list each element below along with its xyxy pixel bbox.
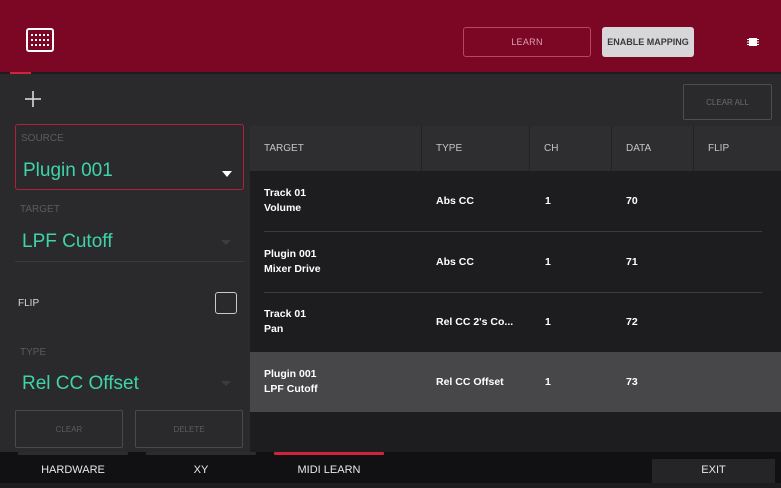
- target-param: Volume: [264, 202, 302, 214]
- target-label: TARGET: [20, 204, 60, 215]
- column-header-type: TYPE: [422, 126, 530, 171]
- flip-checkbox[interactable]: [215, 292, 237, 314]
- type-cell: Rel CC Offset: [436, 376, 504, 388]
- target-name: Track 01: [264, 187, 307, 199]
- column-header-flip: FLIP: [708, 143, 730, 154]
- toolbar: [0, 74, 781, 126]
- plus-icon: [22, 91, 44, 114]
- learn-button[interactable]: LEARN: [463, 27, 591, 57]
- ch-cell: 1: [545, 316, 551, 328]
- delete-button[interactable]: DELETE: [135, 410, 243, 448]
- column-header-ch: CH: [530, 126, 612, 171]
- type-cell: Rel CC 2's Co...: [436, 316, 514, 328]
- column-header-data: DATA: [612, 126, 694, 171]
- type-cell: Abs CC: [436, 256, 474, 268]
- target-name: Plugin 001: [264, 248, 317, 260]
- table-row-selected[interactable]: Plugin 001 LPF Cutoff Rel CC Offset 1 73: [250, 352, 781, 412]
- target-cell: Track 01 Pan: [264, 292, 306, 352]
- source-value: Plugin 001: [23, 160, 113, 181]
- target-cell: Plugin 001 Mixer Drive: [264, 232, 321, 292]
- target-param: Pan: [264, 323, 284, 335]
- data-cell: 72: [626, 316, 638, 328]
- clear-button[interactable]: CLEAR: [15, 410, 123, 448]
- ch-cell: 1: [545, 256, 551, 268]
- table-header: TARGET TYPE CH DATA FLIP: [250, 126, 781, 171]
- target-name: Track 01: [264, 308, 307, 320]
- add-mapping-button[interactable]: [22, 88, 44, 110]
- grid-menu-button[interactable]: [26, 28, 54, 52]
- chip-icon[interactable]: [746, 35, 760, 49]
- target-select[interactable]: TARGET LPF Cutoff: [15, 196, 244, 262]
- exit-button[interactable]: EXIT: [652, 452, 775, 483]
- table-row[interactable]: Track 01 Pan Rel CC 2's Co... 1 72: [250, 292, 781, 352]
- data-cell: 71: [626, 256, 638, 268]
- type-value: Rel CC Offset: [22, 373, 139, 394]
- target-param: LPF Cutoff: [264, 383, 318, 395]
- target-cell: Track 01 Volume: [264, 171, 306, 231]
- chevron-down-icon: [222, 171, 232, 177]
- type-cell: Abs CC: [436, 195, 474, 207]
- nav-tab-midi-learn[interactable]: MIDI LEARN: [274, 452, 384, 483]
- chevron-down-icon: [221, 381, 231, 386]
- target-param: Mixer Drive: [264, 263, 321, 275]
- grid-menu-icon: [30, 33, 50, 47]
- ch-cell: 1: [545, 195, 551, 207]
- nav-tab-hardware[interactable]: HARDWARE: [18, 452, 128, 483]
- data-cell: 73: [626, 376, 638, 388]
- column-header-target: TARGET: [250, 126, 422, 171]
- source-label: SOURCE: [21, 133, 64, 144]
- target-name: Plugin 001: [264, 368, 317, 380]
- chevron-down-icon: [221, 240, 231, 245]
- mapping-table: TARGET TYPE CH DATA FLIP Track 01 Volume…: [250, 126, 781, 452]
- data-cell: 70: [626, 195, 638, 207]
- source-select[interactable]: SOURCE Plugin 001: [15, 124, 244, 190]
- ch-cell: 1: [545, 376, 551, 388]
- flip-label: FLIP: [18, 298, 40, 309]
- type-label: TYPE: [20, 347, 47, 358]
- table-row[interactable]: Track 01 Volume Abs CC 1 70: [250, 171, 781, 231]
- nav-tab-xy[interactable]: XY: [146, 452, 256, 483]
- clear-all-button[interactable]: CLEAR ALL: [683, 84, 772, 120]
- type-select[interactable]: TYPE Rel CC Offset: [15, 340, 244, 404]
- table-row[interactable]: Plugin 001 Mixer Drive Abs CC 1 71: [250, 232, 781, 292]
- target-value: LPF Cutoff: [22, 231, 113, 252]
- target-cell: Plugin 001 LPF Cutoff: [264, 352, 318, 412]
- enable-mapping-button[interactable]: ENABLE MAPPING: [602, 27, 694, 57]
